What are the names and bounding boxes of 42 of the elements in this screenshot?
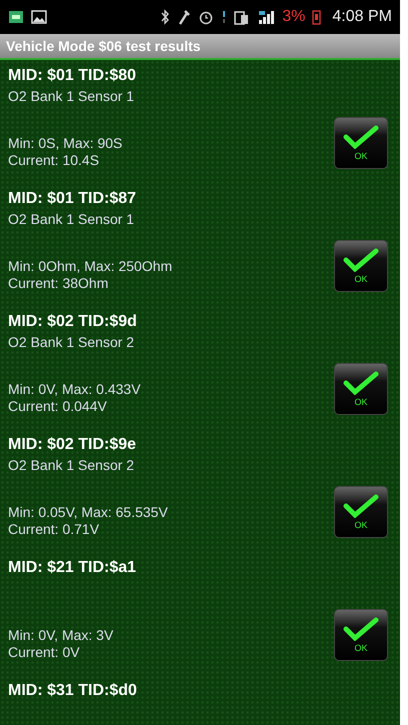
check-icon — [343, 617, 379, 641]
wrench-icon — [177, 9, 192, 25]
current-value: Current: 0.71V — [8, 521, 100, 538]
sensor-name: O2 Bank 1 Sensor 1 — [8, 88, 136, 105]
badge-label: OK — [354, 151, 368, 161]
battery-percent: 3% — [282, 8, 306, 26]
test-id: MID: $01 TID:$80 — [8, 66, 138, 86]
alarm-icon — [198, 9, 214, 25]
range-text: Min: 0.05V, Max: 65.535V — [8, 504, 169, 521]
range-text: Min: 0Ohm, Max: 250Ohm — [8, 258, 174, 275]
sensor-name: O2 Bank 1 Sensor 2 — [8, 457, 136, 474]
test-id: MID: $02 TID:$9d — [8, 312, 138, 332]
data-icon — [221, 9, 228, 25]
image-icon — [31, 10, 47, 24]
current-value: Current: 0V — [8, 644, 81, 661]
range-text: Min: 0S, Max: 90S — [8, 135, 124, 152]
current-value: Current: 0.044V — [8, 398, 108, 415]
app-icon — [8, 10, 24, 24]
current-value: Current: 10.4S — [8, 152, 100, 169]
badge-label: OK — [354, 397, 368, 407]
sensor-name: O2 Bank 1 Sensor 1 — [8, 211, 136, 228]
current-value: Current: 38Ohm — [8, 275, 110, 292]
check-icon — [343, 494, 379, 518]
badge-label: OK — [354, 274, 368, 284]
test-id: MID: $02 TID:$9e — [8, 435, 138, 455]
bluetooth-icon — [160, 9, 170, 25]
screen-title: Vehicle Mode $06 test results — [6, 38, 201, 54]
test-id: MID: $21 TID:$a1 — [8, 558, 138, 578]
check-icon — [343, 371, 379, 395]
badge-label: OK — [354, 643, 368, 653]
sim-icon — [234, 9, 250, 25]
range-text: Min: 0V, Max: 0.433V — [8, 381, 142, 398]
clock: 4:08 PM — [332, 8, 392, 26]
check-icon — [343, 125, 379, 149]
check-icon — [343, 248, 379, 272]
test-id: MID: $31 TID:$d0 — [8, 681, 138, 701]
test-id: MID: $01 TID:$87 — [8, 189, 138, 209]
badge-label: OK — [354, 520, 368, 530]
signal-icon — [257, 9, 276, 25]
range-text: Min: 0V, Max: 3V — [8, 627, 114, 644]
sensor-name: O2 Bank 1 Sensor 2 — [8, 334, 136, 351]
battery-icon — [312, 9, 322, 25]
